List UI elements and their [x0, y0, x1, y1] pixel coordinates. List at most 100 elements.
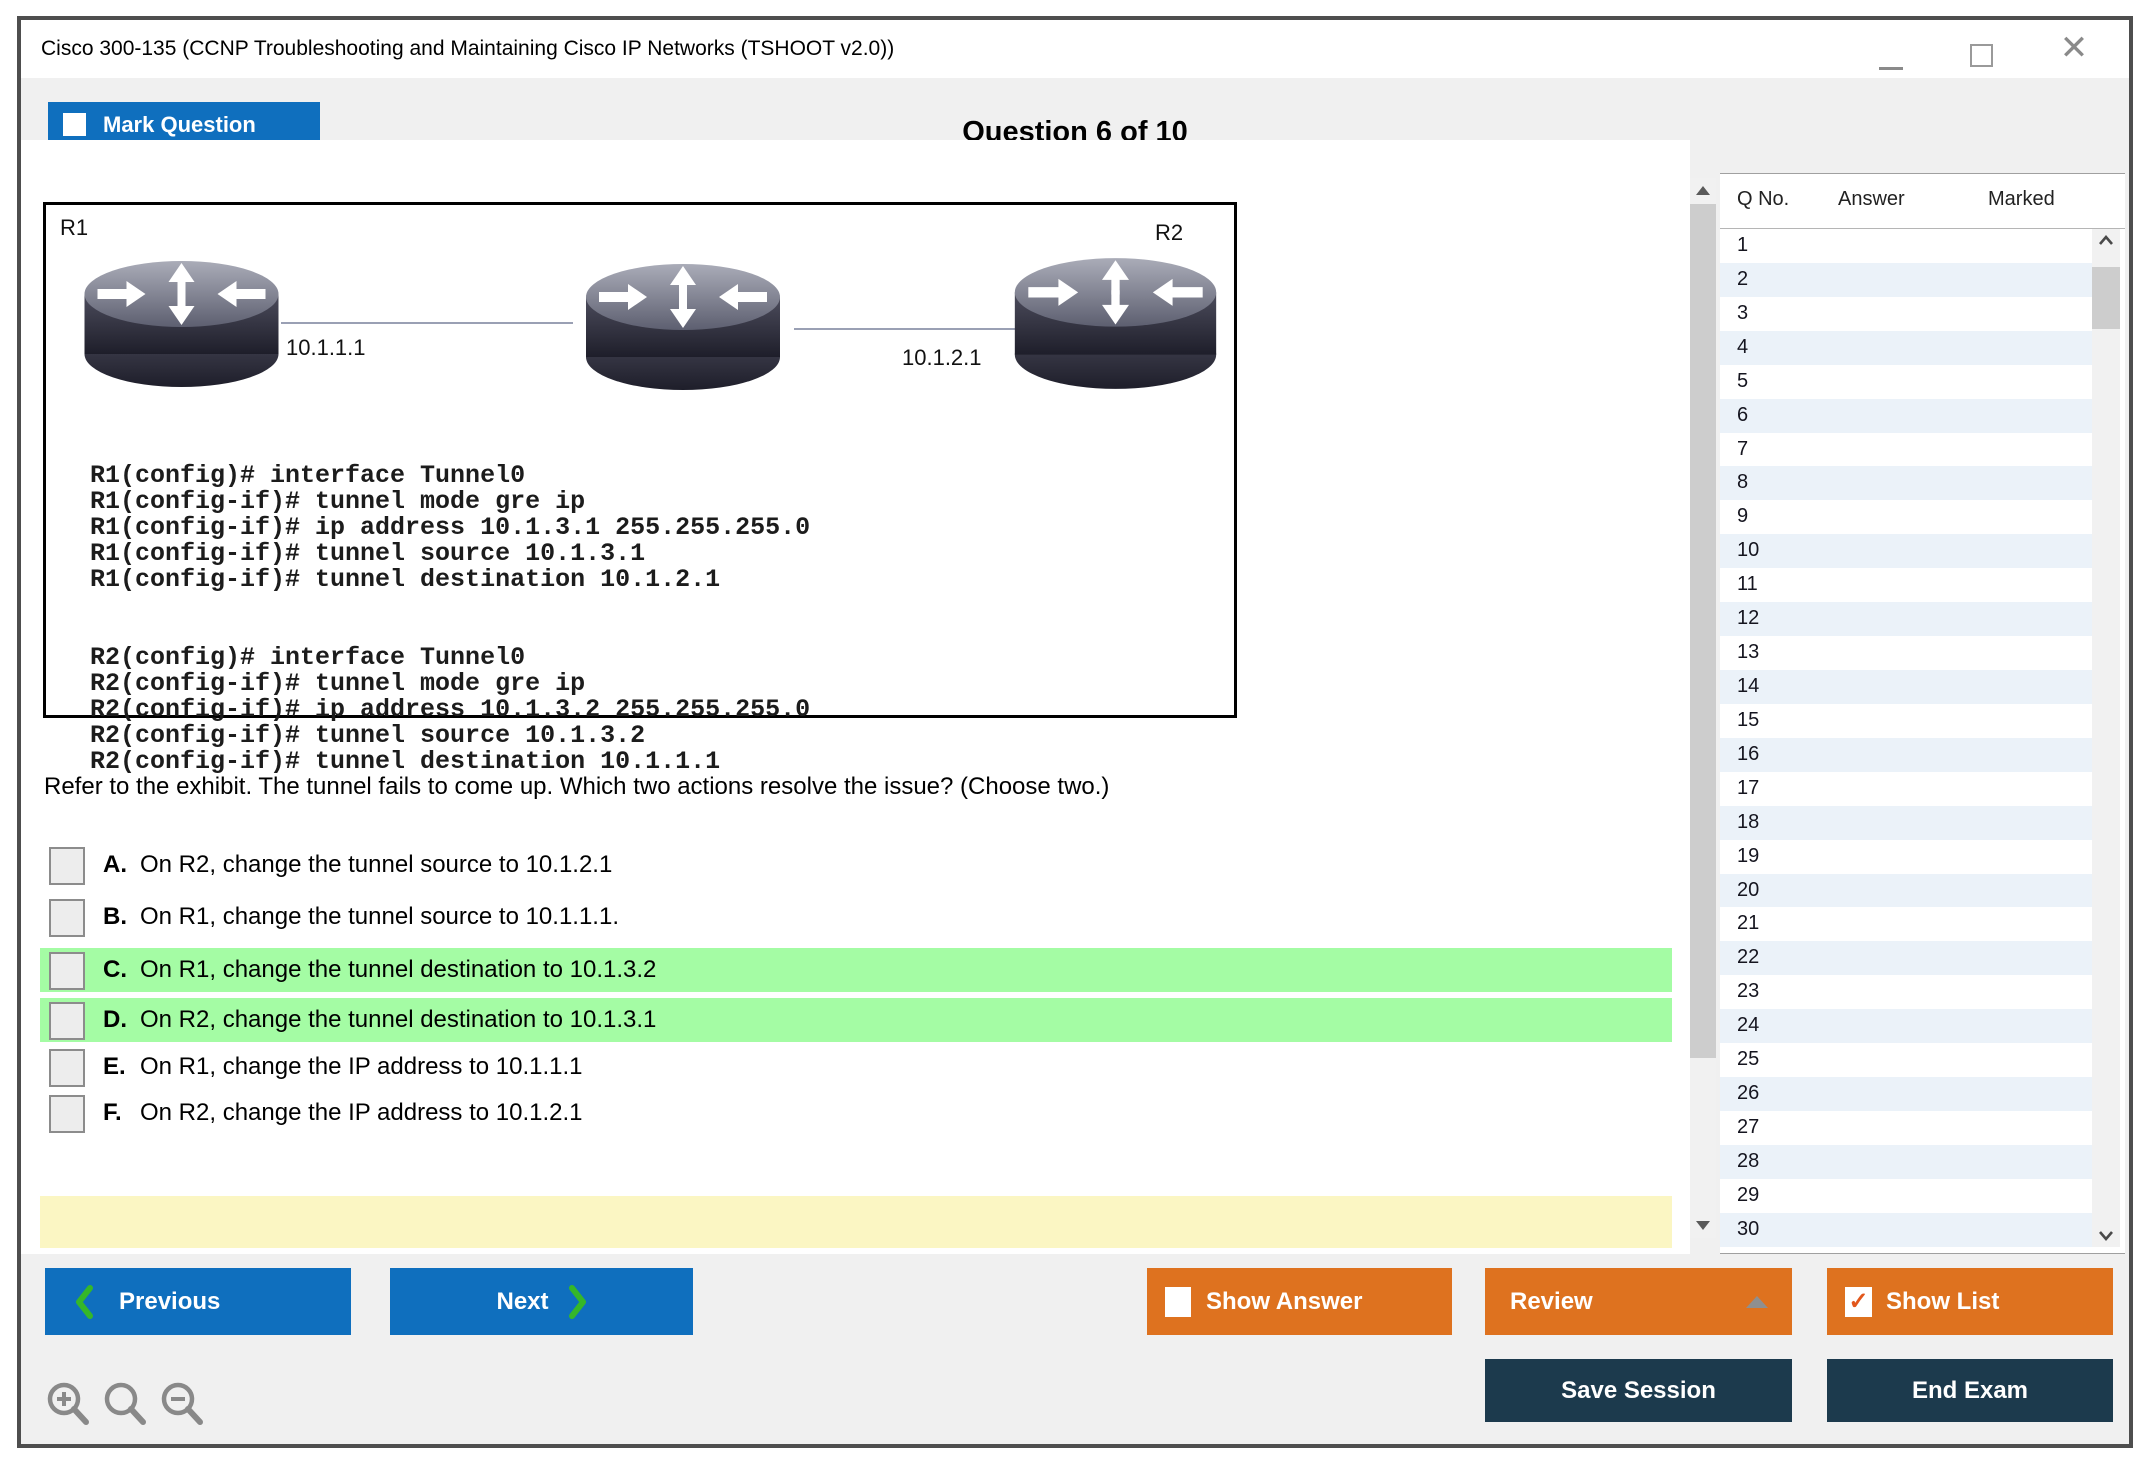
scrollbar-thumb[interactable]: [1690, 204, 1716, 1058]
show-answer-label: Show Answer: [1206, 1287, 1363, 1315]
r1-ip-label: 10.1.1.1: [286, 335, 366, 360]
option-checkbox[interactable]: [49, 847, 85, 885]
question-list-row[interactable]: 28: [1720, 1144, 2092, 1179]
end-exam-button[interactable]: End Exam: [1827, 1359, 2113, 1422]
question-list-row[interactable]: 14: [1720, 669, 2092, 704]
question-list-row[interactable]: 24: [1720, 1009, 2092, 1044]
question-text: Refer to the exhibit. The tunnel fails t…: [44, 773, 1110, 800]
network-link: [281, 322, 573, 324]
question-list-row[interactable]: 2: [1720, 262, 2092, 297]
router-r1-label: R1: [60, 215, 89, 240]
option-checkbox[interactable]: [49, 1095, 85, 1133]
question-list-row[interactable]: 9: [1720, 500, 2092, 534]
show-answer-checkbox[interactable]: [1165, 1286, 1191, 1317]
question-list-row[interactable]: 4: [1720, 330, 2092, 365]
answer-option[interactable]: D. On R2, change the tunnel destination …: [40, 998, 1672, 1042]
zoom-in-icon[interactable]: [44, 1380, 92, 1432]
question-list-row[interactable]: 16: [1720, 737, 2092, 772]
question-list-row[interactable]: 21: [1720, 907, 2092, 941]
question-list-row[interactable]: 23: [1720, 975, 2092, 1009]
answer-option[interactable]: B. On R1, change the tunnel source to 10…: [40, 895, 1672, 939]
previous-button[interactable]: Previous: [45, 1268, 351, 1335]
answer-options: A. On R2, change the tunnel source to 10…: [40, 843, 1672, 1143]
scrollbar-thumb[interactable]: [2092, 267, 2120, 329]
question-list-row[interactable]: 19: [1720, 840, 2092, 874]
question-list-row[interactable]: 22: [1720, 941, 2092, 976]
question-list-row[interactable]: 26: [1720, 1077, 2092, 1111]
next-label: Next: [496, 1287, 549, 1315]
option-letter: D.: [103, 1006, 127, 1033]
zoom-out-icon[interactable]: [158, 1380, 206, 1432]
next-button[interactable]: Next: [390, 1268, 693, 1335]
app-window: Cisco 300-135 (CCNP Troubleshooting and …: [17, 16, 2133, 1448]
question-list-row[interactable]: 18: [1720, 805, 2092, 840]
option-letter: B.: [103, 903, 127, 930]
triangle-up-icon: [1746, 1296, 1768, 1308]
option-checkbox[interactable]: [49, 1002, 85, 1040]
option-text: On R1, change the tunnel destination to …: [140, 956, 657, 983]
question-list-row[interactable]: 13: [1720, 636, 2092, 670]
option-checkbox[interactable]: [49, 952, 85, 990]
show-list-label: Show List: [1886, 1287, 2000, 1315]
question-list-row[interactable]: 15: [1720, 704, 2092, 738]
exhibit-box: R1 R2 10.1.1.1 10.1.2.1 R1(config)# inte…: [43, 202, 1237, 775]
question-list-row[interactable]: 6: [1720, 398, 2092, 433]
question-list-panel: Q No. Answer Marked 1 2 3 4 5 6 7 8 9 10 11 12 13 14 1…: [1720, 140, 2126, 1254]
show-answer-button[interactable]: Show Answer: [1147, 1268, 1452, 1335]
config-line: R1(config-if)# tunnel source 10.1.3.1: [90, 539, 646, 568]
titlebar: Cisco 300-135 (CCNP Troubleshooting and …: [21, 20, 2129, 78]
save-session-button[interactable]: Save Session: [1485, 1359, 1792, 1422]
config-line: R2(config-if)# ip address 10.1.3.2 255.2…: [90, 695, 811, 724]
question-list-row[interactable]: 8: [1720, 466, 2092, 501]
minimize-icon[interactable]: [1879, 67, 1903, 70]
list-scrollbar[interactable]: [2092, 229, 2120, 1247]
show-list-button[interactable]: ✓ Show List: [1827, 1268, 2113, 1335]
question-list-row[interactable]: 30: [1720, 1212, 2092, 1247]
question-list-row[interactable]: 11: [1720, 568, 2092, 602]
question-list-row[interactable]: 12: [1720, 602, 2092, 637]
main-scrollbar[interactable]: [1690, 178, 1716, 1238]
answer-option[interactable]: E. On R1, change the IP address to 10.1.…: [40, 1045, 1672, 1089]
zoom-toolbar: [44, 1380, 206, 1432]
question-list-row[interactable]: 27: [1720, 1111, 2092, 1145]
option-letter: C.: [103, 956, 127, 983]
scroll-up-icon[interactable]: [2098, 235, 2114, 246]
option-text: On R1, change the IP address to 10.1.1.1: [140, 1053, 583, 1080]
option-checkbox[interactable]: [49, 899, 85, 937]
column-header-qno: Q No.: [1737, 188, 1790, 210]
option-text: On R2, change the tunnel destination to …: [140, 1006, 657, 1033]
answer-option[interactable]: C. On R1, change the tunnel destination …: [40, 948, 1672, 992]
answer-option[interactable]: F. On R2, change the IP address to 10.1.…: [40, 1091, 1672, 1135]
router-icon-r1: [73, 258, 290, 390]
question-list-row[interactable]: 10: [1720, 534, 2092, 569]
question-list-row[interactable]: 29: [1720, 1179, 2092, 1213]
question-list-row[interactable]: 20: [1720, 873, 2092, 908]
option-checkbox[interactable]: [49, 1049, 85, 1087]
question-list-row[interactable]: 17: [1720, 772, 2092, 806]
question-list-row[interactable]: 25: [1720, 1043, 2092, 1077]
router-icon-r2: [1008, 255, 1223, 392]
question-list-row[interactable]: 3: [1720, 297, 2092, 331]
window-title: Cisco 300-135 (CCNP Troubleshooting and …: [41, 37, 895, 60]
scroll-down-icon[interactable]: [1696, 1221, 1710, 1230]
scroll-up-icon[interactable]: [1696, 186, 1710, 195]
column-header-marked: Marked: [1988, 188, 2055, 210]
config-line: R2(config-if)# tunnel mode gre ip: [90, 669, 586, 698]
review-button[interactable]: Review: [1485, 1268, 1792, 1335]
option-text: On R2, change the IP address to 10.1.2.1: [140, 1099, 583, 1126]
question-list-row[interactable]: 1: [1720, 229, 2092, 263]
maximize-icon[interactable]: [1970, 44, 1993, 67]
r2-config-block: R2(config)# interface Tunnel0 R2(config-i…: [90, 567, 810, 775]
end-exam-label: End Exam: [1911, 1376, 2029, 1404]
question-list-row[interactable]: 5: [1720, 365, 2092, 399]
show-list-checkbox[interactable]: ✓: [1845, 1286, 1872, 1317]
column-header-answer: Answer: [1838, 188, 1905, 210]
scroll-down-icon[interactable]: [2098, 1230, 2114, 1241]
answer-option[interactable]: A. On R2, change the tunnel source to 10…: [40, 843, 1672, 887]
close-icon[interactable]: ✕: [2049, 20, 2099, 78]
option-letter: A.: [103, 851, 127, 878]
question-list-row[interactable]: 7: [1720, 433, 2092, 467]
zoom-reset-icon[interactable]: [101, 1380, 149, 1432]
router-icon-middle: [564, 261, 802, 393]
question-rows: 1 2 3 4 5 6 7 8 9 10 11 12 13 14 15 16 17 18 19 20 21 22 23 24 2…: [1720, 229, 2092, 1247]
